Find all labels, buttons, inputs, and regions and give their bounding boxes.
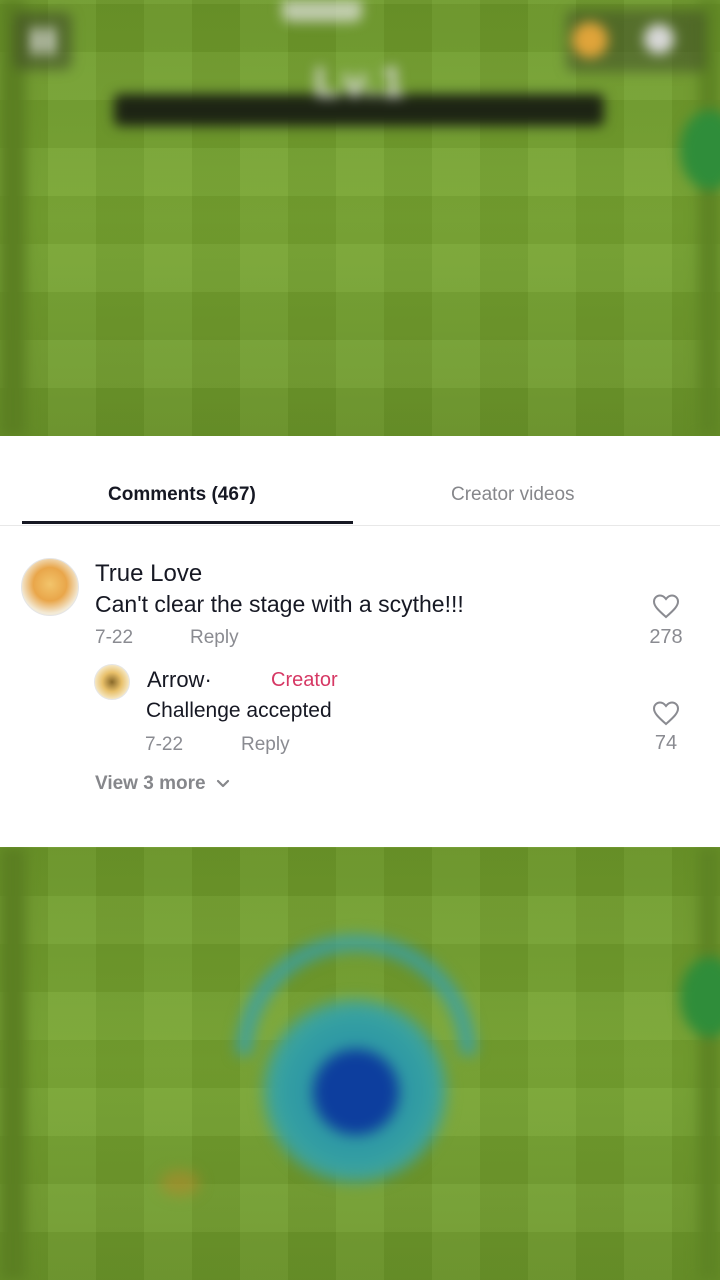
settings-icon[interactable] — [644, 24, 674, 54]
avatar[interactable] — [94, 664, 130, 700]
comment-username[interactable]: True Love — [95, 560, 202, 588]
top-indicator — [282, 0, 362, 22]
active-tab-indicator — [22, 521, 353, 524]
reply-date: 7-22 — [145, 734, 184, 755]
heart-outline-icon[interactable] — [652, 700, 680, 726]
reply-text: Challenge accepted — [146, 699, 332, 722]
coin-icon[interactable] — [572, 22, 608, 58]
heart-outline-icon[interactable] — [652, 593, 680, 619]
ground-effect — [160, 1170, 200, 1196]
avatar[interactable] — [21, 558, 79, 616]
view-more-label: View 3 more — [95, 773, 206, 794]
comments-tabs: Comments (467) Creator videos — [0, 436, 720, 526]
chevron-down-icon — [216, 779, 229, 788]
comment-text: Can't clear the stage with a scythe!!! — [95, 591, 464, 617]
reply-like-count: 74 — [654, 732, 678, 754]
view-more-replies-button[interactable]: View 3 more — [95, 773, 230, 795]
comment-reply-button[interactable]: Reply — [190, 627, 239, 649]
game-background-top: Lv.1 — [0, 0, 720, 436]
joystick-knob[interactable] — [313, 1049, 399, 1135]
creator-badge: Creator — [271, 669, 338, 691]
comment-date: 7-22 — [95, 627, 134, 648]
comment-like-count: 278 — [649, 626, 683, 648]
reply-reply-button[interactable]: Reply — [241, 734, 290, 756]
tab-comments[interactable]: Comments (467) — [108, 484, 256, 506]
tab-creator-videos[interactable]: Creator videos — [451, 484, 575, 506]
reply-username[interactable]: Arrow· — [147, 667, 212, 693]
